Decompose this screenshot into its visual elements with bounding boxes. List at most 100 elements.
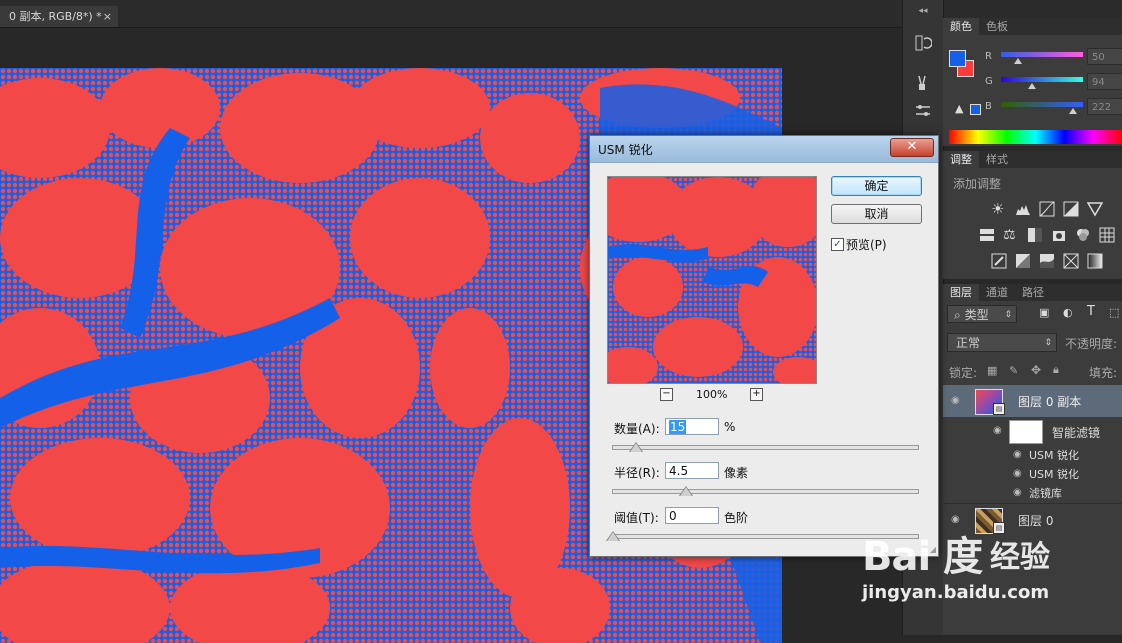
amount-value: 15 [669, 420, 687, 434]
brightness-contrast-icon[interactable]: ☀ [991, 201, 1007, 217]
blue-value[interactable]: 222 [1087, 98, 1122, 115]
preview-checkbox[interactable]: ✓ [831, 238, 844, 251]
cancel-button[interactable]: 取消 [831, 204, 922, 224]
threshold-slider-thumb-fill [607, 532, 619, 541]
filter-type-icon[interactable]: T [1087, 304, 1095, 319]
tab-layers[interactable]: 图层 [943, 284, 979, 301]
filter-name: USM 锐化 [1029, 449, 1080, 462]
blend-mode-value: 正常 [956, 336, 981, 350]
layer-name: 图层 0 副本 [1018, 395, 1082, 409]
tab-paths[interactable]: 路径 [1015, 284, 1051, 301]
amount-slider-track[interactable] [612, 445, 919, 450]
posterize-icon[interactable] [1015, 253, 1031, 269]
lock-label: 锁定: [949, 366, 978, 380]
document-tab-title: 0 副本, RGB/8*) * [2, 10, 102, 23]
threshold-label: 阈值(T): [614, 511, 659, 525]
threshold-value: 0 [669, 509, 677, 523]
color-balance-icon[interactable]: ⚖ [1003, 227, 1019, 243]
levels-icon[interactable] [1015, 201, 1031, 217]
zoom-in-button[interactable]: + [750, 388, 763, 401]
document-tab[interactable]: 0 副本, RGB/8*) * × [0, 6, 118, 27]
smart-filter-item[interactable]: ◉ USM 锐化 [943, 445, 1122, 464]
filter-preview[interactable] [607, 176, 817, 384]
filter-name: USM 锐化 [1029, 468, 1080, 481]
green-value[interactable]: 94 [1087, 73, 1122, 90]
lock-all-icon[interactable]: 🔒︎ [1053, 363, 1059, 377]
filter-mask-thumbnail [1009, 420, 1043, 444]
ok-button[interactable]: 确定 [831, 176, 922, 196]
collapse-panels-icon[interactable]: ◂◂ [903, 6, 943, 16]
brush-presets-icon[interactable] [911, 72, 935, 94]
zoom-value: 100% [696, 388, 728, 401]
smart-filter-item[interactable]: ◉ 滤镜库 [943, 483, 1122, 502]
close-tab-icon[interactable]: × [103, 6, 112, 27]
tab-swatches[interactable]: 色板 [979, 18, 1015, 35]
black-white-icon[interactable] [1027, 227, 1043, 243]
blend-mode-select[interactable]: 正常 ⇕ [947, 333, 1057, 352]
smart-filters-row[interactable]: ◉ 智能滤镜 [943, 417, 1122, 445]
invert-icon[interactable] [991, 253, 1007, 269]
visibility-eye-icon[interactable]: ◉ [993, 425, 1002, 436]
color-spectrum-ramp[interactable] [949, 130, 1122, 144]
filter-adjustment-icon[interactable]: ◐ [1063, 306, 1073, 319]
tab-styles[interactable]: 样式 [979, 151, 1015, 168]
history-icon[interactable] [911, 32, 935, 54]
red-slider[interactable]: R 50 [983, 48, 1122, 68]
radius-label: 半径(R): [614, 466, 660, 480]
blue-slider[interactable]: B 222 [983, 98, 1122, 118]
color-lookup-icon[interactable] [1099, 227, 1115, 243]
brush-settings-icon[interactable] [911, 100, 935, 122]
document-tab-bar: 0 副本, RGB/8*) * × [0, 0, 902, 28]
layer-row[interactable]: ◉ ▤ 图层 0 副本 [943, 385, 1122, 417]
zoom-out-button[interactable]: − [660, 388, 673, 401]
radius-input[interactable]: 4.5 [665, 462, 719, 479]
lock-image-icon[interactable]: ✎ [1009, 364, 1018, 377]
filter-pixel-icon[interactable]: ▣ [1039, 306, 1049, 319]
web-safe-swatch[interactable] [970, 104, 981, 115]
tab-adjustments[interactable]: 调整 [943, 151, 979, 168]
amount-label: 数量(A): [614, 422, 660, 436]
layer-filter-select[interactable]: ⌕ 类型 ⇕ [947, 305, 1017, 323]
gamut-warning-icon[interactable]: ▲ [955, 102, 963, 115]
amount-input[interactable]: 15 [665, 418, 719, 435]
red-label: R [985, 51, 992, 62]
threshold-input[interactable]: 0 [665, 507, 719, 524]
tab-color[interactable]: 颜色 [943, 18, 979, 35]
search-icon: ⌕ [954, 308, 961, 322]
adjustments-panel: 调整 样式 添加调整 ☀ ⚖ [943, 151, 1122, 279]
smart-filter-item[interactable]: ◉ USM 锐化 [943, 464, 1122, 483]
red-value[interactable]: 50 [1087, 48, 1122, 65]
opacity-label: 不透明度: [1065, 337, 1118, 351]
channel-mixer-icon[interactable] [1075, 227, 1091, 243]
visibility-eye-icon[interactable]: ◉ [1013, 468, 1022, 479]
filter-name: 滤镜库 [1029, 487, 1062, 500]
gradient-map-icon[interactable] [1087, 253, 1103, 269]
lock-transparent-icon[interactable]: ▦ [987, 364, 997, 377]
tab-channels[interactable]: 通道 [979, 284, 1015, 301]
blue-label: B [985, 101, 992, 112]
visibility-eye-icon[interactable]: ◉ [951, 395, 960, 406]
green-label: G [985, 76, 993, 87]
radius-value: 4.5 [669, 464, 689, 478]
photo-filter-icon[interactable] [1051, 227, 1067, 243]
exposure-icon[interactable] [1063, 201, 1079, 217]
selective-color-icon[interactable] [1063, 253, 1079, 269]
layer-filter-value: 类型 [964, 308, 989, 322]
dialog-title: USM 锐化 [598, 143, 653, 157]
visibility-eye-icon[interactable]: ◉ [1013, 449, 1022, 460]
lock-position-icon[interactable]: ✥ [1031, 363, 1041, 377]
hue-saturation-icon[interactable] [979, 227, 995, 243]
vibrance-icon[interactable] [1086, 201, 1104, 217]
foreground-color-swatch[interactable] [949, 50, 966, 67]
radius-slider-thumb-fill [680, 487, 692, 496]
dialog-titlebar[interactable]: USM 锐化 ✕ [590, 136, 938, 163]
radius-unit: 像素 [724, 466, 749, 480]
filter-shape-icon[interactable]: ⬚ [1109, 306, 1119, 319]
curves-icon[interactable] [1039, 201, 1055, 217]
radius-slider-track[interactable] [612, 489, 919, 494]
baidu-jingyan-watermark: Bai 度 经验 jingyan.baidu.com [858, 522, 1122, 612]
visibility-eye-icon[interactable]: ◉ [1013, 487, 1022, 498]
close-icon[interactable]: ✕ [890, 138, 934, 157]
green-slider[interactable]: G 94 [983, 73, 1122, 93]
threshold-icon[interactable] [1039, 253, 1055, 269]
